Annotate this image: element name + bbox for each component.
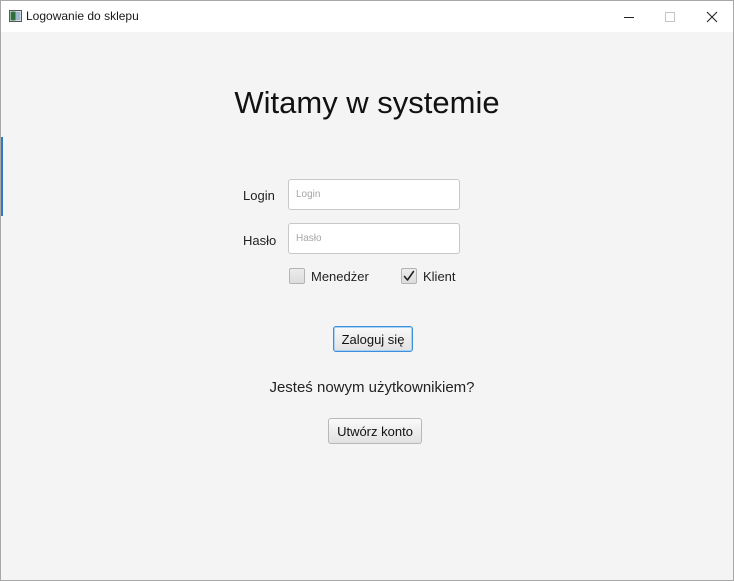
maximize-icon xyxy=(665,11,675,22)
manager-checkbox-row[interactable]: Menedżer xyxy=(289,268,369,284)
login-button[interactable]: Zaloguj się xyxy=(333,326,413,352)
password-input[interactable] xyxy=(288,223,460,254)
title-bar[interactable]: Logowanie do sklepu xyxy=(1,1,733,32)
app-icon xyxy=(9,10,22,22)
client-checkbox-row[interactable]: Klient xyxy=(401,268,456,284)
login-window: Logowanie do sklepu Witamy w systemie Lo… xyxy=(0,0,734,581)
manager-checkbox-label[interactable]: Menedżer xyxy=(311,269,369,284)
minimize-icon xyxy=(624,16,634,18)
close-icon xyxy=(706,11,718,22)
manager-checkbox[interactable] xyxy=(289,268,305,284)
window-title: Logowanie do sklepu xyxy=(26,9,139,23)
minimize-button[interactable] xyxy=(606,1,652,32)
maximize-button[interactable] xyxy=(647,1,693,32)
login-label: Login xyxy=(243,188,275,203)
new-user-question: Jesteś nowym użytkownikiem? xyxy=(269,379,475,396)
login-input[interactable] xyxy=(288,179,460,210)
client-checkbox-label[interactable]: Klient xyxy=(423,269,456,284)
page-title: Witamy w systemie xyxy=(234,85,500,120)
create-account-button[interactable]: Utwórz konto xyxy=(328,418,422,444)
login-form: Witamy w systemie Login Hasło Menedżer K… xyxy=(1,32,733,580)
checkmark-icon xyxy=(403,270,415,281)
window-edge-highlight xyxy=(1,137,3,216)
password-label: Hasło xyxy=(243,233,277,248)
client-checkbox[interactable] xyxy=(401,268,417,284)
close-button[interactable] xyxy=(689,1,733,32)
